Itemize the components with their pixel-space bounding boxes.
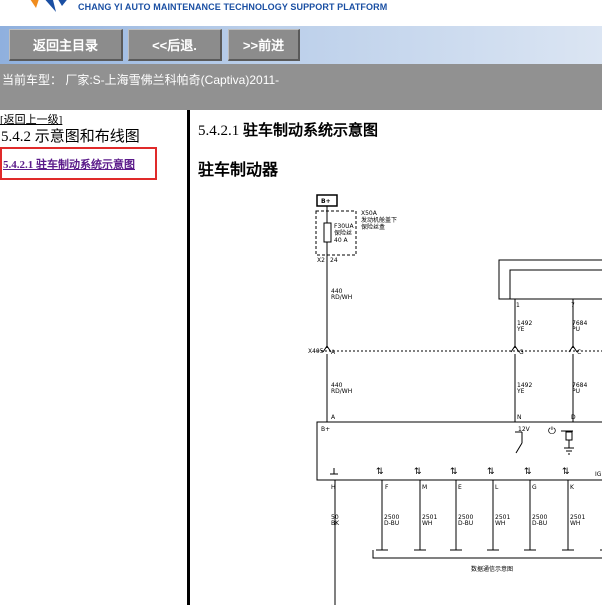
wire-color-upper: RD/WH	[331, 294, 352, 301]
fuse-symbol	[323, 222, 332, 243]
fuse-rating: 40 A	[334, 237, 349, 244]
fuse-name: 保险丝	[334, 229, 352, 237]
module-outline	[316, 421, 602, 481]
left-nav-pane: [返回上一级] 5.4.2 示意图和布线图 5.4.2.1 驻车制动系统示意图	[0, 110, 187, 605]
module-pin-d: D	[571, 414, 576, 421]
header: CHANG YI AUTO MAINTENANCE TECHNOLOGY SUP…	[0, 0, 602, 26]
bottom-wire-color: D-BU	[458, 520, 473, 527]
connector-x405: X405	[308, 348, 324, 355]
section-title: 5.4.2 示意图和布线图	[1, 129, 140, 145]
wire-pu-color-upper: PU	[572, 326, 580, 333]
wire-ye-color-lower: YE	[516, 388, 525, 395]
conn-pin-c: C	[577, 349, 581, 356]
forward-button[interactable]: >>前进	[228, 29, 300, 61]
fuse-box-name-1: 发动机舱盖下	[361, 216, 397, 224]
fuse-pin: 24	[330, 257, 338, 264]
module-pin-a: A	[331, 414, 336, 421]
svg-text:⇅: ⇅	[376, 467, 384, 477]
logo-icon	[30, 0, 67, 12]
bottom-wire-color: BK	[331, 520, 340, 527]
bottom-wire-color: WH	[422, 520, 432, 527]
bottom-pin: F	[385, 484, 389, 491]
bottom-wire-color: WH	[495, 520, 505, 527]
bottom-pin: K	[570, 484, 575, 491]
ig-label: IG	[595, 471, 602, 478]
bottom-pin: G	[532, 484, 537, 491]
fuse-box-id: X50A	[361, 210, 378, 217]
upper-pin-1: 1	[516, 302, 520, 309]
conn-pin-a: A	[331, 349, 336, 356]
svg-text:⇅: ⇅	[524, 467, 532, 477]
platform-title: CHANG YI AUTO MAINTENANCE TECHNOLOGY SUP…	[78, 2, 388, 12]
nav-link-parking-brake-schematic[interactable]: 5.4.2.1 驻车制动系统示意图	[3, 156, 135, 172]
svg-text:⇅: ⇅	[414, 467, 422, 477]
upper-pin-7: 7	[571, 302, 575, 309]
model-bar: 当前车型： 厂家:S-上海雪佛兰科帕奇(Captiva)2011-	[0, 64, 602, 110]
content-pane: 5.4.2.1 驻车制动系统示意图 驻车制动器 ⇅ ⇅ ⇅ ⇅ ⇅ ⇅ ⏻ B+…	[190, 110, 602, 605]
wire-color-lower: RD/WH	[331, 388, 352, 395]
wire-ye-color-upper: YE	[516, 326, 525, 333]
bottom-pin: L	[495, 484, 499, 491]
active-link-highlight: 5.4.2.1 驻车制动系统示意图	[0, 147, 157, 180]
svg-text:⇅: ⇅	[450, 467, 458, 477]
bus-label: 数据通信示意图	[471, 565, 513, 573]
wiring-diagram: ⇅ ⇅ ⇅ ⇅ ⇅ ⇅ ⏻ B+ X50A 发动机舱盖下 保险丝盒 F30UA …	[308, 194, 602, 605]
module-bplus: B+	[321, 426, 330, 433]
back-button[interactable]: <<后退.	[128, 29, 222, 61]
fuse-box-name-2: 保险丝盒	[361, 223, 385, 231]
svg-text:⏻: ⏻	[548, 426, 556, 437]
fuse-id: F30UA	[334, 223, 354, 230]
module-pin-n: N	[517, 414, 522, 421]
toolbar: 返回主目录 <<后退. >>前进	[0, 26, 602, 64]
bottom-wire-color: WH	[570, 520, 580, 527]
conn-pin-g: G	[519, 349, 524, 356]
bottom-wire-color: D-BU	[384, 520, 399, 527]
svg-text:⇅: ⇅	[487, 467, 495, 477]
fuse-connector: X2	[317, 257, 325, 264]
bottom-wire-color: D-BU	[532, 520, 547, 527]
power-label: B+	[321, 198, 331, 205]
bottom-pin: E	[458, 484, 462, 491]
volts-label: 12V	[518, 426, 531, 433]
svg-text:⇅: ⇅	[562, 467, 570, 477]
bottom-pin: M	[422, 484, 427, 491]
home-button[interactable]: 返回主目录	[9, 29, 123, 61]
current-model-text: 当前车型： 厂家:S-上海雪佛兰科帕奇(Captiva)2011-	[2, 73, 280, 87]
bottom-pin: H	[331, 484, 336, 491]
wire-pu-color-lower: PU	[572, 388, 580, 395]
